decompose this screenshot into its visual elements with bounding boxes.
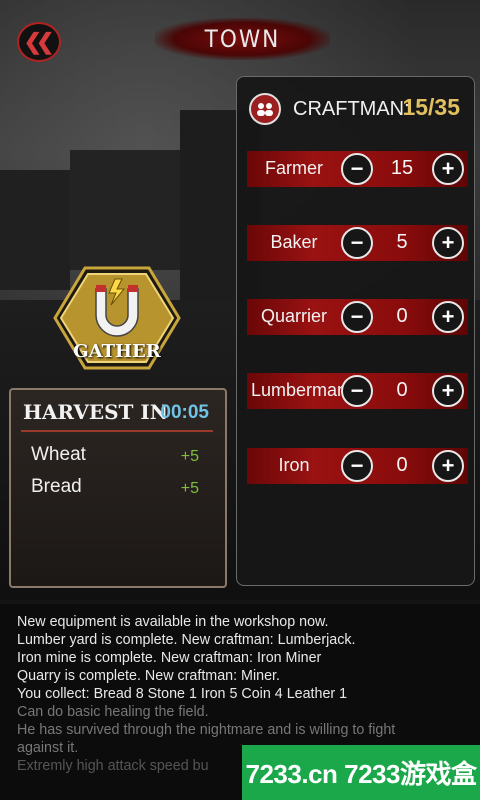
decrease-button[interactable]: −	[341, 153, 373, 185]
divider	[21, 430, 213, 432]
log-line: Extremly high attack speed bu	[17, 758, 209, 774]
craftman-count: 15/35	[402, 94, 460, 120]
increase-button[interactable]: +	[432, 450, 464, 482]
harvest-panel: HARVEST IN 00:05 Wheat +5 Bread +5	[9, 388, 227, 588]
worker-label: Baker	[270, 232, 318, 252]
double-chevron-left-icon: ❮❮	[23, 29, 55, 54]
gather-label: GATHER	[73, 341, 161, 362]
craftman-label: CRAFTMAN:	[293, 97, 410, 120]
page-title: TOWN	[204, 25, 281, 53]
watermark-banner: 7233.cn 7233游戏盒	[242, 745, 480, 800]
log-line: against it.	[17, 740, 79, 756]
worker-label: Farmer	[265, 158, 323, 178]
magnet-icon	[95, 278, 139, 337]
increase-button[interactable]: +	[432, 227, 464, 259]
log-line: Lumber yard is complete. New craftman: L…	[17, 632, 356, 648]
log-line: You collect: Bread 8 Stone 1 Iron 5 Coin…	[17, 686, 348, 702]
worker-label: Lumberman	[251, 380, 348, 400]
people-icon	[249, 93, 281, 125]
worker-value: 5	[396, 231, 408, 253]
resource-gain: +5	[180, 480, 199, 497]
increase-button[interactable]: +	[432, 375, 464, 407]
worker-label: Quarrier	[260, 306, 327, 326]
building	[70, 150, 190, 270]
gather-button[interactable]: GATHER	[52, 265, 182, 371]
decrease-button[interactable]: −	[341, 301, 373, 333]
worker-row-iron: Iron − 0 +	[237, 444, 476, 488]
resource-name: Wheat	[31, 444, 86, 465]
craftman-header: CRAFTMAN:	[249, 93, 410, 125]
log-line: Quarry is complete. New craftman: Miner.	[17, 668, 280, 684]
log-line: Can do basic healing the field.	[17, 704, 209, 720]
worker-row-baker: Baker − 5 +	[237, 221, 476, 265]
back-button[interactable]: ❮❮	[17, 22, 61, 62]
worker-value: 0	[396, 454, 408, 476]
decrease-button[interactable]: −	[341, 227, 373, 259]
log-line: Iron mine is complete. New craftman: Iro…	[17, 650, 322, 666]
harvest-title: HARVEST IN	[23, 400, 169, 424]
increase-button[interactable]: +	[432, 301, 464, 333]
log-line: New equipment is available in the worksh…	[17, 614, 329, 630]
worker-row-farmer: Farmer − 15 +	[237, 147, 476, 191]
log-line: He has survived through the nightmare an…	[17, 722, 396, 738]
harvest-timer: 00:05	[160, 402, 209, 423]
decrease-button[interactable]: −	[341, 375, 373, 407]
resource-gain: +5	[180, 448, 199, 465]
worker-value: 0	[396, 305, 408, 327]
worker-value: 15	[390, 157, 414, 179]
worker-label: Iron	[278, 455, 310, 475]
increase-button[interactable]: +	[432, 153, 464, 185]
worker-value: 0	[396, 379, 408, 401]
title-banner: TOWN	[155, 18, 330, 60]
watermark-text: 7233.cn 7233游戏盒	[245, 759, 477, 789]
worker-row-quarrier: Quarrier − 0 +	[237, 295, 476, 339]
worker-row-lumberman: Lumberman − 0 +	[237, 369, 476, 413]
decrease-button[interactable]: −	[341, 450, 373, 482]
craftman-panel: CRAFTMAN: 15/35 Farmer − 15 + Baker − 5 …	[236, 76, 475, 586]
resource-name: Bread	[31, 476, 82, 497]
